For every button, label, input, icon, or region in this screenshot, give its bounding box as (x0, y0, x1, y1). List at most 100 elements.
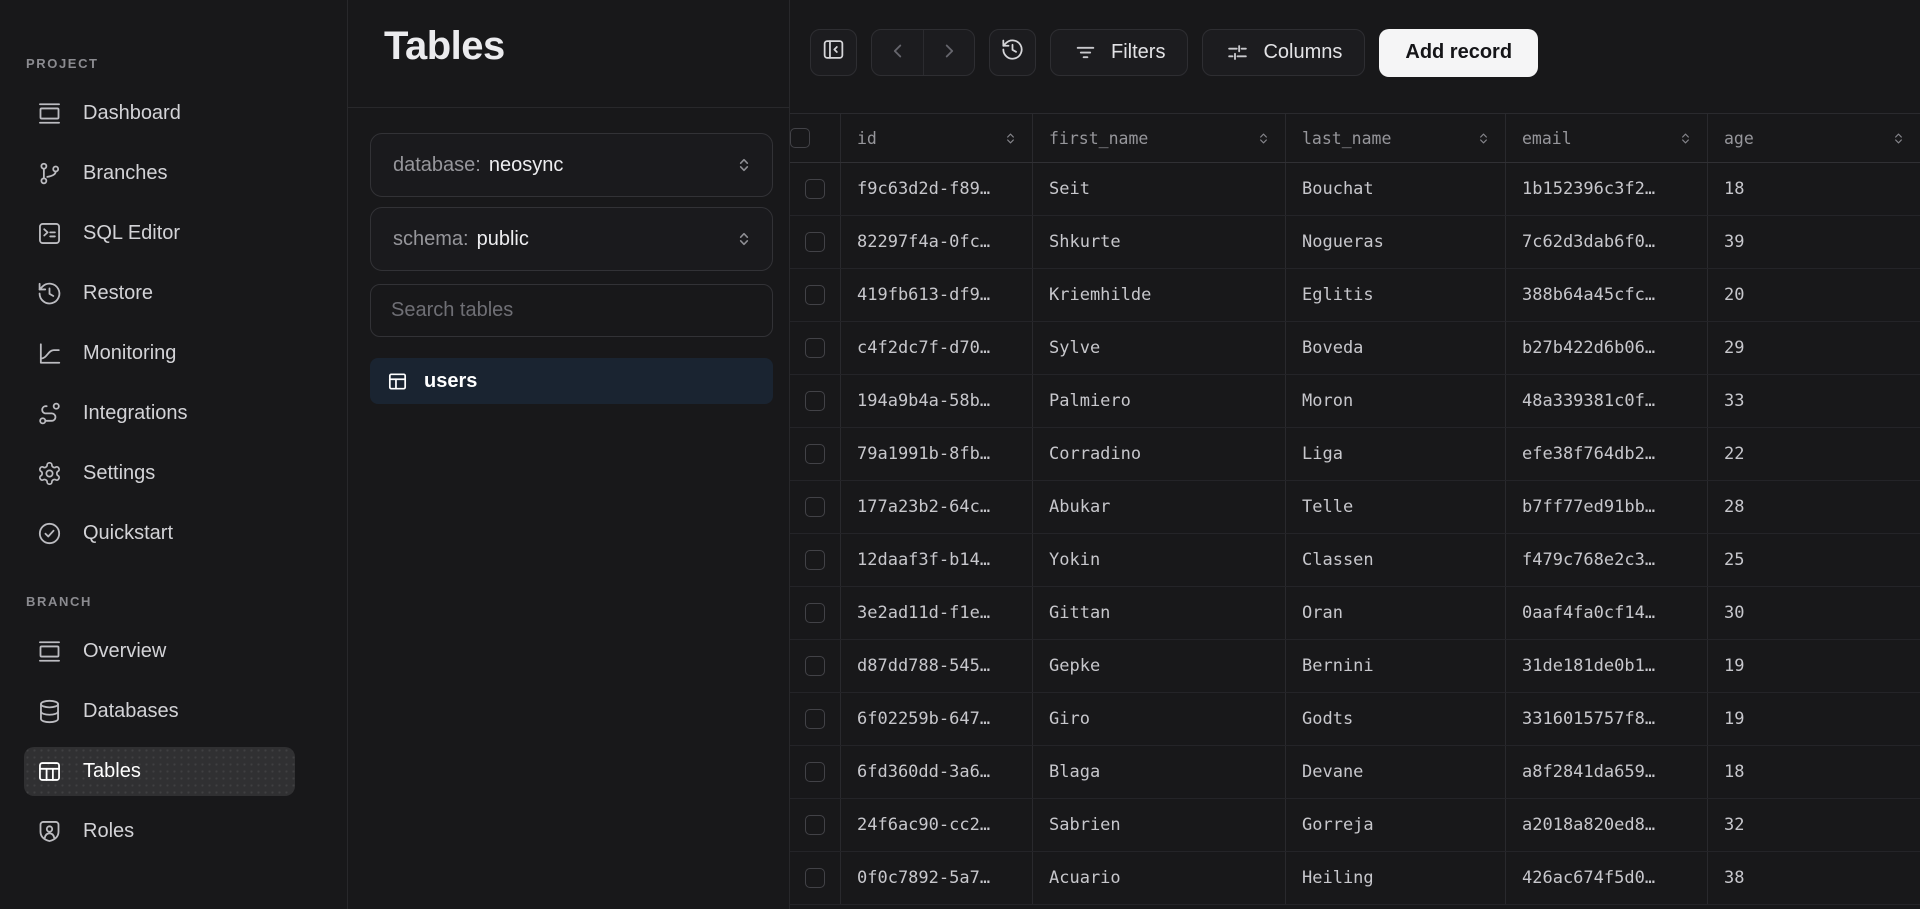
schema-select[interactable]: schema: public (370, 207, 773, 271)
sidebar-item-sql-editor[interactable]: SQL Editor (24, 209, 295, 258)
column-header-id[interactable]: id (840, 114, 1032, 162)
row-checkbox[interactable] (805, 603, 825, 623)
next-page-button[interactable] (923, 30, 974, 75)
row-checkbox[interactable] (805, 285, 825, 305)
cell-age[interactable]: 30 (1707, 587, 1920, 639)
cell-first-name[interactable]: Sabrien (1032, 799, 1285, 851)
sidebar-item-dashboard[interactable]: Dashboard (24, 89, 295, 138)
cell-age[interactable]: 38 (1707, 852, 1920, 904)
cell-age[interactable]: 32 (1707, 799, 1920, 851)
cell-last-name[interactable]: Bernini (1285, 640, 1505, 692)
columns-button[interactable]: Columns (1202, 29, 1366, 76)
history-button[interactable] (989, 29, 1036, 76)
cell-email[interactable]: 388b64a45cfc… (1505, 269, 1707, 321)
cell-age[interactable]: 18 (1707, 163, 1920, 215)
cell-last-name[interactable]: Eglitis (1285, 269, 1505, 321)
sidebar-item-databases[interactable]: Databases (24, 687, 295, 736)
cell-email[interactable]: 7c62d3dab6f0… (1505, 216, 1707, 268)
cell-email[interactable]: a8f2841da659… (1505, 746, 1707, 798)
database-select[interactable]: database: neosync (370, 133, 773, 197)
cell-first-name[interactable]: Palmiero (1032, 375, 1285, 427)
cell-last-name[interactable]: Nogueras (1285, 216, 1505, 268)
sidebar-item-integrations[interactable]: Integrations (24, 389, 295, 438)
row-checkbox[interactable] (805, 868, 825, 888)
cell-last-name[interactable]: Godts (1285, 693, 1505, 745)
cell-last-name[interactable]: Devane (1285, 746, 1505, 798)
row-checkbox[interactable] (805, 444, 825, 464)
previous-page-button[interactable] (872, 30, 923, 75)
cell-age[interactable]: 33 (1707, 375, 1920, 427)
sidebar-item-restore[interactable]: Restore (24, 269, 295, 318)
cell-id[interactable]: d87dd788-545… (840, 640, 1032, 692)
cell-id[interactable]: 6fd360dd-3a6… (840, 746, 1032, 798)
sidebar-item-monitoring[interactable]: Monitoring (24, 329, 295, 378)
row-checkbox[interactable] (805, 179, 825, 199)
cell-email[interactable]: 48a339381c0f… (1505, 375, 1707, 427)
cell-id[interactable]: 12daaf3f-b14… (840, 534, 1032, 586)
column-header-last-name[interactable]: last_name (1285, 114, 1505, 162)
row-checkbox[interactable] (805, 762, 825, 782)
cell-first-name[interactable]: Seit (1032, 163, 1285, 215)
cell-id[interactable]: 194a9b4a-58b… (840, 375, 1032, 427)
cell-id[interactable]: 419fb613-df9… (840, 269, 1032, 321)
cell-age[interactable]: 25 (1707, 534, 1920, 586)
cell-last-name[interactable]: Liga (1285, 428, 1505, 480)
add-record-button[interactable]: Add record (1379, 28, 1539, 77)
sidebar-item-branches[interactable]: Branches (24, 149, 295, 198)
cell-email[interactable]: a2018a820ed8… (1505, 799, 1707, 851)
cell-email[interactable]: 3316015757f8… (1505, 693, 1707, 745)
cell-email[interactable]: 1b152396c3f2… (1505, 163, 1707, 215)
cell-age[interactable]: 19 (1707, 693, 1920, 745)
filters-button[interactable]: Filters (1050, 29, 1189, 76)
cell-first-name[interactable]: Abukar (1032, 481, 1285, 533)
row-checkbox[interactable] (805, 656, 825, 676)
cell-first-name[interactable]: Blaga (1032, 746, 1285, 798)
cell-age[interactable]: 22 (1707, 428, 1920, 480)
cell-id[interactable]: 79a1991b-8fb… (840, 428, 1032, 480)
cell-first-name[interactable]: Acuario (1032, 852, 1285, 904)
cell-first-name[interactable]: Shkurte (1032, 216, 1285, 268)
row-checkbox[interactable] (805, 391, 825, 411)
cell-email[interactable]: 0aaf4fa0cf14… (1505, 587, 1707, 639)
cell-age[interactable]: 19 (1707, 640, 1920, 692)
row-checkbox[interactable] (805, 232, 825, 252)
cell-id[interactable]: c4f2dc7f-d70… (840, 322, 1032, 374)
cell-age[interactable]: 29 (1707, 322, 1920, 374)
row-checkbox[interactable] (805, 497, 825, 517)
table-list-item-users[interactable]: users (370, 358, 773, 404)
collapse-panel-button[interactable] (810, 29, 857, 76)
cell-email[interactable]: b27b422d6b06… (1505, 322, 1707, 374)
cell-last-name[interactable]: Bouchat (1285, 163, 1505, 215)
column-header-email[interactable]: email (1505, 114, 1707, 162)
sidebar-item-roles[interactable]: Roles (24, 807, 295, 856)
cell-first-name[interactable]: Giro (1032, 693, 1285, 745)
cell-age[interactable]: 28 (1707, 481, 1920, 533)
cell-email[interactable]: efe38f764db2… (1505, 428, 1707, 480)
cell-id[interactable]: 24f6ac90-cc2… (840, 799, 1032, 851)
row-checkbox[interactable] (805, 550, 825, 570)
cell-first-name[interactable]: Kriemhilde (1032, 269, 1285, 321)
search-tables-input[interactable] (370, 284, 773, 337)
sidebar-item-settings[interactable]: Settings (24, 449, 295, 498)
cell-email[interactable]: 31de181de0b1… (1505, 640, 1707, 692)
cell-age[interactable]: 39 (1707, 216, 1920, 268)
cell-age[interactable]: 20 (1707, 269, 1920, 321)
row-checkbox[interactable] (805, 709, 825, 729)
cell-age[interactable]: 18 (1707, 746, 1920, 798)
cell-last-name[interactable]: Oran (1285, 587, 1505, 639)
row-checkbox[interactable] (805, 815, 825, 835)
sidebar-item-tables[interactable]: Tables (24, 747, 295, 796)
cell-email[interactable]: 426ac674f5d0… (1505, 852, 1707, 904)
row-checkbox[interactable] (805, 338, 825, 358)
cell-id[interactable]: 3e2ad11d-f1e… (840, 587, 1032, 639)
sidebar-item-quickstart[interactable]: Quickstart (24, 509, 295, 558)
cell-last-name[interactable]: Classen (1285, 534, 1505, 586)
cell-first-name[interactable]: Gittan (1032, 587, 1285, 639)
cell-id[interactable]: 82297f4a-0fc… (840, 216, 1032, 268)
cell-last-name[interactable]: Boveda (1285, 322, 1505, 374)
cell-first-name[interactable]: Sylve (1032, 322, 1285, 374)
select-all-checkbox[interactable] (790, 128, 810, 148)
column-header-first-name[interactable]: first_name (1032, 114, 1285, 162)
cell-id[interactable]: 177a23b2-64c… (840, 481, 1032, 533)
cell-id[interactable]: 0f0c7892-5a7… (840, 852, 1032, 904)
